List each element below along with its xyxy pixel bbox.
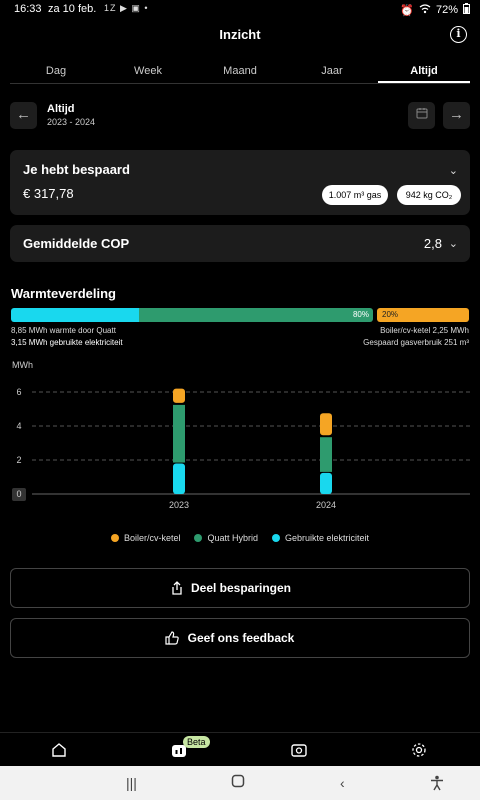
energy-chart: MWh 0 2 4 6 2023 2024: [0, 355, 480, 515]
bar-segment-2024: [320, 437, 332, 472]
bar-segment-2023: [173, 404, 185, 463]
savings-card[interactable]: Je hebt bespaard ⌄ € 317,78 1.007 m³ gas…: [10, 150, 470, 215]
status-date: za 10 feb.: [48, 3, 97, 15]
warmte-title: Warmteverdeling: [11, 286, 116, 301]
bar-segment-2024: [320, 472, 332, 494]
x-tick-label: 2024: [316, 500, 336, 510]
warmte-gas-saved-label: Gespaard gasverbruik 251 m³: [363, 338, 469, 347]
notification-icons: 1Z ▶ ▣ •: [104, 3, 149, 13]
savings-amount: € 317,78: [23, 186, 74, 201]
tab-altijd[interactable]: Altijd: [378, 62, 470, 83]
warmte-elec-segment: [11, 308, 139, 322]
info-button[interactable]: i: [450, 26, 467, 43]
period-title: Altijd: [47, 103, 75, 115]
previous-period-button[interactable]: ←: [10, 102, 37, 129]
legend-boiler: Boiler/cv-ketel: [110, 533, 181, 543]
y-tick-label: 2: [16, 455, 21, 465]
savings-title: Je hebt bespaard: [23, 162, 130, 177]
calendar-button[interactable]: [408, 102, 435, 129]
feedback-button[interactable]: Geef ons feedback: [10, 618, 470, 658]
y-tick-label: 4: [16, 421, 21, 431]
accessibility-icon[interactable]: [430, 775, 444, 794]
chevron-down-icon: ⌄: [448, 165, 458, 177]
legend-label-hybrid: Quatt Hybrid: [207, 533, 258, 543]
y-tick-label: 0: [16, 489, 21, 499]
boiler-pct: 20%: [382, 310, 399, 319]
system-navigation: ||| ‹: [0, 766, 480, 800]
period-tabs: Dag Week Maand Jaar Altijd: [10, 62, 470, 84]
gas-saved-badge: 1.007 m³ gas: [322, 185, 388, 205]
hybrid-pct: 80%: [352, 310, 369, 319]
share-label: Deel besparingen: [190, 581, 292, 595]
legend-hybrid: Quatt Hybrid: [194, 533, 258, 543]
legend-elec: Gebruikte elektriciteit: [272, 533, 369, 543]
status-time: 16:33: [14, 3, 42, 15]
page-title: Inzicht: [219, 27, 261, 42]
tab-dag[interactable]: Dag: [10, 62, 102, 83]
app-bar: Inzicht i: [0, 18, 480, 54]
wifi-icon: [419, 3, 431, 17]
feedback-label: Geef ons feedback: [187, 631, 295, 645]
recent-apps-icon[interactable]: |||: [126, 775, 137, 791]
co2-saved-badge: 942 kg CO₂: [397, 185, 461, 205]
legend-dot-boiler: [110, 534, 119, 542]
y-tick-label: 6: [16, 387, 21, 397]
tab-week[interactable]: Week: [102, 62, 194, 83]
bar-segment-2023: [173, 463, 185, 494]
legend-label-elec: Gebruikte elektriciteit: [285, 533, 370, 543]
settings-gear-icon[interactable]: [410, 741, 430, 759]
bar-segment-2023: [173, 388, 185, 403]
y-axis-label: MWh: [12, 360, 33, 370]
tab-maand[interactable]: Maand: [194, 62, 286, 83]
bar-segment-2024: [320, 413, 332, 436]
status-right: ⏰ 72%: [400, 3, 470, 17]
warmte-boiler-segment: 20%: [377, 308, 469, 322]
calendar-icon: [416, 106, 428, 123]
warmte-quatt-label: 8,85 MWh warmte door Quatt: [11, 326, 116, 335]
battery-icon: [463, 3, 470, 17]
device-icon[interactable]: [290, 741, 310, 759]
period-range: 2023 - 2024: [47, 117, 96, 127]
legend-dot-elec: [272, 534, 280, 542]
warmte-hybrid-segment: 80%: [139, 308, 373, 322]
cop-card[interactable]: Gemiddelde COP 2,8 ⌄: [10, 225, 470, 262]
status-bar: 16:33 za 10 feb. 1Z ▶ ▣ • ⏰ 72%: [0, 0, 480, 18]
x-tick-label: 2023: [169, 500, 189, 510]
back-icon[interactable]: ‹: [340, 775, 345, 791]
legend-dot-hybrid: [194, 534, 203, 542]
next-period-button[interactable]: →: [443, 102, 470, 129]
arrow-right-icon: →: [449, 106, 464, 123]
battery-level: 72%: [435, 4, 458, 16]
share-savings-button[interactable]: Deel besparingen: [10, 568, 470, 608]
period-selector: ← Altijd 2023 - 2024 →: [10, 101, 470, 131]
home-system-icon[interactable]: [231, 774, 245, 791]
chevron-down-icon: ⌄: [448, 238, 458, 250]
info-icon: i: [456, 27, 461, 40]
cop-title: Gemiddelde COP: [23, 236, 130, 251]
warmte-distribution-bar: 80% 20%: [11, 308, 469, 322]
bottom-navigation: Beta: [0, 732, 480, 766]
chart-legend: Boiler/cv-ketel Quatt Hybrid Gebruikte e…: [0, 533, 480, 543]
alarm-icon: ⏰: [400, 4, 414, 17]
beta-badge: Beta: [183, 736, 210, 748]
home-icon[interactable]: [50, 741, 70, 759]
stacked-bar-chart: MWh 0 2 4 6 2023 2024: [12, 360, 470, 510]
tab-jaar[interactable]: Jaar: [286, 62, 378, 83]
warmte-elec-label: 3,15 MWh gebruikte elektriciteit: [11, 338, 123, 347]
warmte-boiler-label: Boiler/cv-ketel 2,25 MWh: [380, 326, 469, 335]
legend-label-boiler: Boiler/cv-ketel: [123, 533, 181, 543]
arrow-left-icon: ←: [16, 106, 31, 123]
cop-value: 2,8: [423, 236, 442, 251]
